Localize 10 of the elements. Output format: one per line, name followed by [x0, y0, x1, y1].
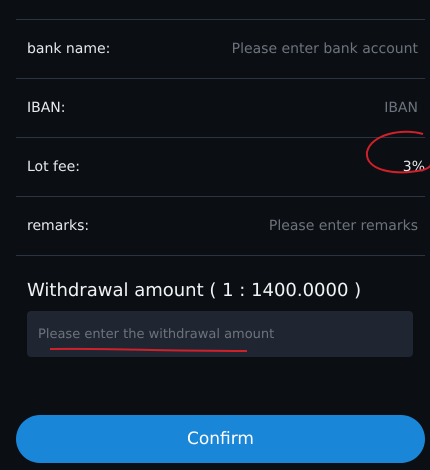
amount-field[interactable]: Please enter the withdrawal amount [27, 311, 413, 357]
input-field[interactable]: Please enter remarks [198, 218, 418, 234]
field-label: Lot fee: [27, 159, 80, 175]
input-field[interactable]: IBAN [198, 100, 418, 116]
field-label: bank name: [27, 41, 110, 57]
field-label: remarks: [27, 218, 90, 234]
field-label: IBAN: [27, 100, 66, 116]
confirm-button[interactable]: Confirm [16, 415, 425, 463]
input-field[interactable]: Please enter bank account [198, 41, 418, 57]
section-title: Withdrawal amount ( 1 : 1400.0000 ) [27, 280, 362, 301]
